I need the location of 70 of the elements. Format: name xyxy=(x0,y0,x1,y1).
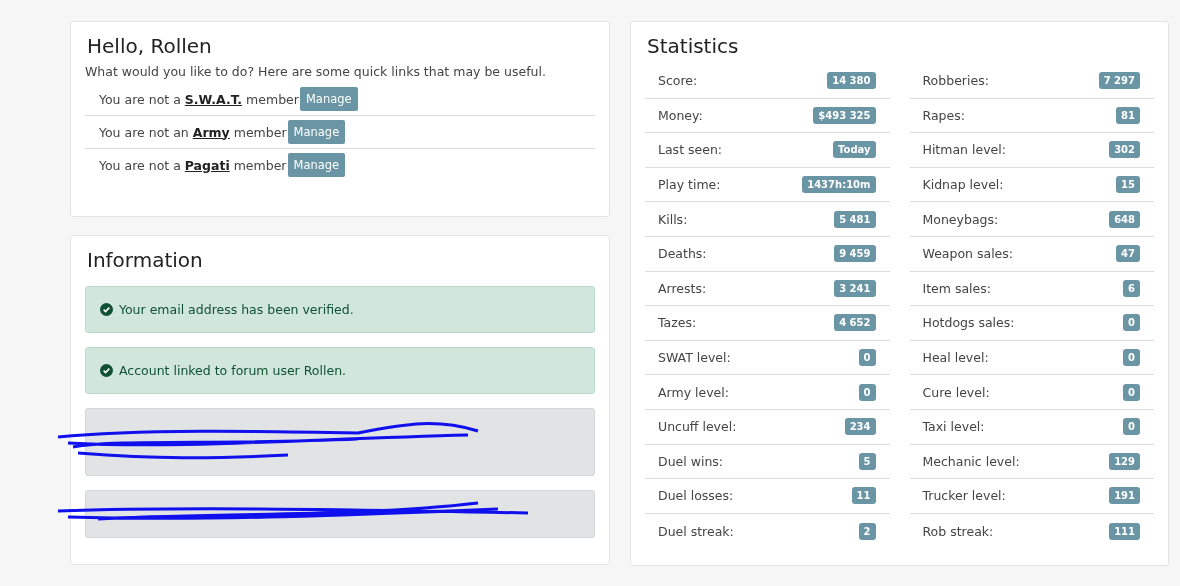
stat-label: Rapes: xyxy=(922,107,965,123)
stat-value: 0 xyxy=(1123,418,1140,436)
membership-text: You are not an Army member xyxy=(99,124,287,140)
stat-label: Kills: xyxy=(658,211,688,227)
stat-label: Kidnap level: xyxy=(922,177,1004,193)
stat-value: 191 xyxy=(1109,487,1140,505)
stat-label: Money: xyxy=(658,107,703,123)
group-link[interactable]: Pagati xyxy=(184,157,230,173)
group-link[interactable]: Army xyxy=(192,124,230,140)
greeting-title: Hello, Rollen xyxy=(87,34,213,58)
stat-label: Score: xyxy=(658,73,698,89)
stat-value: 234 xyxy=(844,418,876,436)
stat-label: SWAT level: xyxy=(658,350,731,366)
stat-label: Robberies: xyxy=(922,73,989,89)
stat-label: Army level: xyxy=(658,384,729,400)
membership-text: You are not a Pagati member xyxy=(99,157,287,173)
stat-value: 129 xyxy=(1109,452,1140,470)
stat-value: 4 652 xyxy=(834,314,876,332)
stat-value: 7 297 xyxy=(1098,72,1140,90)
stat-label: Tazes: xyxy=(658,315,697,331)
stat-label: Moneybags: xyxy=(922,211,999,227)
group-link[interactable]: S.W.A.T. xyxy=(184,91,243,107)
stat-value: 111 xyxy=(1109,522,1140,540)
stat-label: Hotdogs sales: xyxy=(922,315,1015,331)
stat-label: Mechanic level: xyxy=(922,453,1020,469)
stat-value: 5 xyxy=(858,452,876,470)
stat-value: 9 459 xyxy=(834,245,876,263)
stat-value: 15 xyxy=(1116,176,1140,194)
stat-value: 0 xyxy=(1123,383,1140,401)
stat-label: Arrests: xyxy=(658,280,707,296)
membership-text: You are not a S.W.A.T. member xyxy=(99,91,299,107)
stat-value: 648 xyxy=(1109,210,1140,228)
stat-label: Item sales: xyxy=(922,280,991,296)
stat-value: 3 241 xyxy=(834,279,876,297)
stat-label: Duel streak: xyxy=(658,523,734,539)
information-title: Information xyxy=(87,248,204,272)
intro-text: What would you like to do? Here are some quick links that may be useful. xyxy=(85,64,547,79)
check-circle-icon xyxy=(100,364,113,377)
stat-value: 2 xyxy=(858,522,876,540)
stat-label: Trucker level: xyxy=(922,488,1006,504)
stat-label: Cure level: xyxy=(922,384,990,400)
stat-label: Deaths: xyxy=(658,246,707,262)
stat-value: 47 xyxy=(1116,245,1140,263)
stat-label: Last seen: xyxy=(658,142,723,158)
stat-value: 302 xyxy=(1109,141,1140,159)
stat-label: Duel losses: xyxy=(658,488,734,504)
statistics-title: Statistics xyxy=(647,34,740,58)
stat-value: 5 481 xyxy=(834,210,876,228)
stat-value: 14 380 xyxy=(827,72,876,90)
stat-label: Hitman level: xyxy=(922,142,1006,158)
stat-label: Rob streak: xyxy=(922,523,994,539)
stat-value: $493 325 xyxy=(813,106,876,124)
stat-value: 6 xyxy=(1123,279,1140,297)
stat-value: 81 xyxy=(1116,106,1140,124)
stat-value: 0 xyxy=(858,383,876,401)
stat-value: 1437h:10m xyxy=(802,176,876,194)
stat-value: Today xyxy=(833,141,876,159)
stat-label: Taxi level: xyxy=(922,419,985,435)
stat-value: 11 xyxy=(851,487,876,505)
stat-value: 0 xyxy=(858,349,876,367)
success-alert: Account linked to forum user Rollen. xyxy=(85,347,595,394)
stat-label: Duel wins: xyxy=(658,453,724,469)
stat-value: 0 xyxy=(1123,314,1140,332)
stat-label: Heal level: xyxy=(922,350,989,366)
stat-value: 0 xyxy=(1123,349,1140,367)
stat-label: Uncuff level: xyxy=(658,419,737,435)
stat-label: Weapon sales: xyxy=(922,246,1013,262)
check-circle-icon xyxy=(100,303,113,316)
success-alert: Your email address has been verified. xyxy=(85,286,595,333)
stat-label: Play time: xyxy=(658,177,721,193)
